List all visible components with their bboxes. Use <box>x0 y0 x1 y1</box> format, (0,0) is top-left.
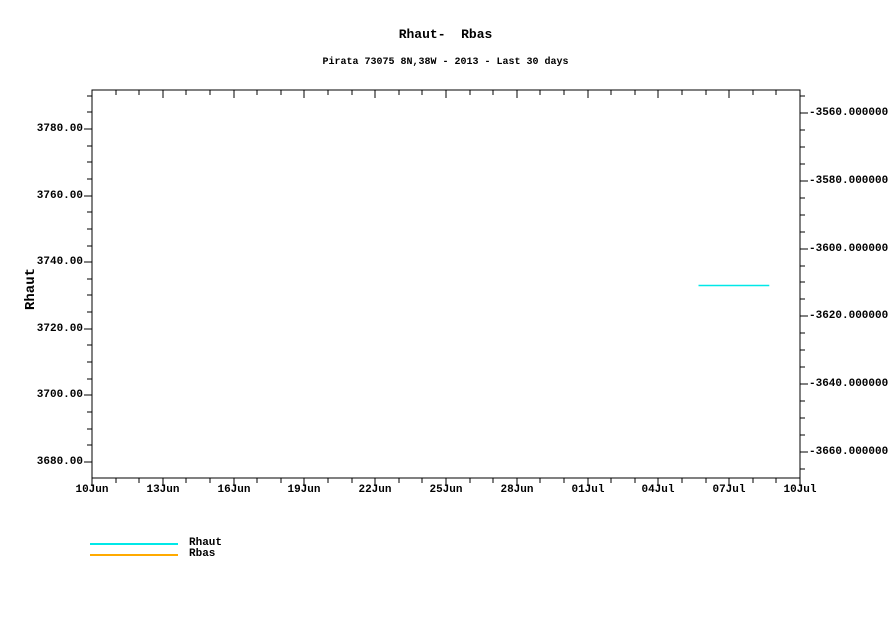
left-tick-label: 3720.00 <box>37 322 83 336</box>
legend-item-rbas: Rbas <box>90 549 222 560</box>
x-tick-label: 04Jul <box>625 483 691 497</box>
x-tick-label: 16Jun <box>201 483 267 497</box>
x-tick-label: 10Jun <box>59 483 125 497</box>
x-tick-label: 13Jun <box>130 483 196 497</box>
right-tick-label: -3660.000000 <box>809 445 888 459</box>
rbas-legend-label: Rbas <box>189 549 215 560</box>
left-tick-label: 3780.00 <box>37 122 83 136</box>
x-tick-label: 25Jun <box>413 483 479 497</box>
legend: Rhaut Rbas <box>90 538 222 560</box>
plot-border <box>92 90 800 478</box>
right-tick-label: -3580.000000 <box>809 174 888 188</box>
right-tick-label: -3640.000000 <box>809 377 888 391</box>
right-tick-label: -3620.000000 <box>809 309 888 323</box>
left-tick-label: 3680.00 <box>37 455 83 469</box>
x-tick-label: 22Jun <box>342 483 408 497</box>
x-tick-label: 01Jul <box>555 483 621 497</box>
chart-canvas: Rhaut- Rbas Pirata 73075 8N,38W - 2013 -… <box>0 0 891 630</box>
left-tick-label: 3760.00 <box>37 189 83 203</box>
x-tick-label: 28Jun <box>484 483 550 497</box>
rhaut-legend-line-swatch <box>90 543 178 545</box>
right-tick-label: -3560.000000 <box>809 106 888 120</box>
x-tick-label: 07Jul <box>696 483 762 497</box>
x-tick-label: 10Jul <box>767 483 833 497</box>
rbas-legend-line-swatch <box>90 554 178 556</box>
left-tick-label: 3740.00 <box>37 255 83 269</box>
left-tick-label: 3700.00 <box>37 388 83 402</box>
right-tick-label: -3600.000000 <box>809 242 888 256</box>
plot-area <box>0 0 891 630</box>
x-tick-label: 19Jun <box>271 483 337 497</box>
